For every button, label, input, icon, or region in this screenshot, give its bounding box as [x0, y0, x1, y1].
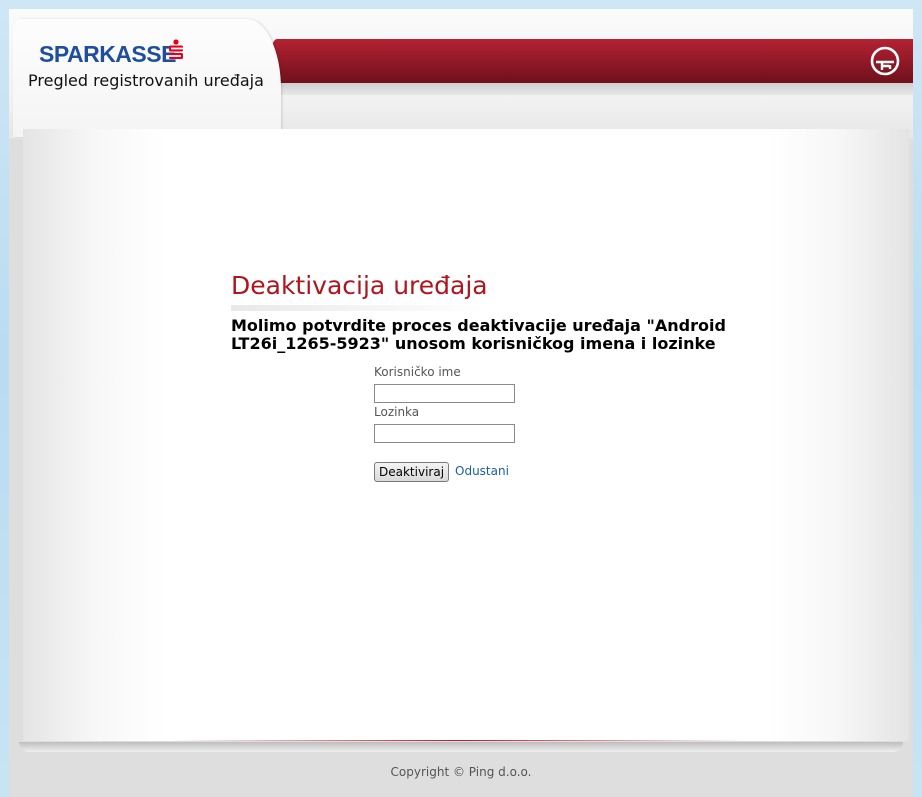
header-red-band — [267, 39, 913, 83]
password-label: Lozinka — [374, 405, 420, 419]
header-gray-band — [267, 83, 913, 95]
username-label: Korisničko ime — [374, 365, 461, 379]
page-frame: SPARKASSE Pregled registrovanih uređaja … — [9, 9, 913, 797]
page-title: Deaktivacija uređaja — [231, 271, 488, 300]
divider-red-line — [169, 740, 749, 741]
content-bottom-edge — [19, 742, 903, 752]
header: SPARKASSE Pregled registrovanih uređaja — [9, 9, 913, 139]
app-title: Pregled registrovanih uređaja — [28, 71, 264, 90]
footer-copyright: Copyright © Ping d.o.o. — [390, 765, 532, 779]
password-field[interactable] — [374, 424, 515, 443]
confirmation-message: Molimo potvrdite proces deaktivacije ure… — [231, 316, 726, 353]
sparkasse-s-icon — [169, 39, 183, 59]
brand-name: SPARKASSE — [39, 41, 176, 67]
brand-logo: SPARKASSE — [39, 41, 176, 68]
ping-logo-icon — [870, 46, 900, 76]
cancel-link[interactable]: Odustani — [455, 464, 509, 478]
deactivate-button[interactable]: Deaktiviraj — [374, 462, 450, 482]
username-field[interactable] — [374, 384, 515, 403]
title-shadow — [231, 305, 491, 311]
header-tab: SPARKASSE Pregled registrovanih uređaja — [13, 19, 281, 137]
